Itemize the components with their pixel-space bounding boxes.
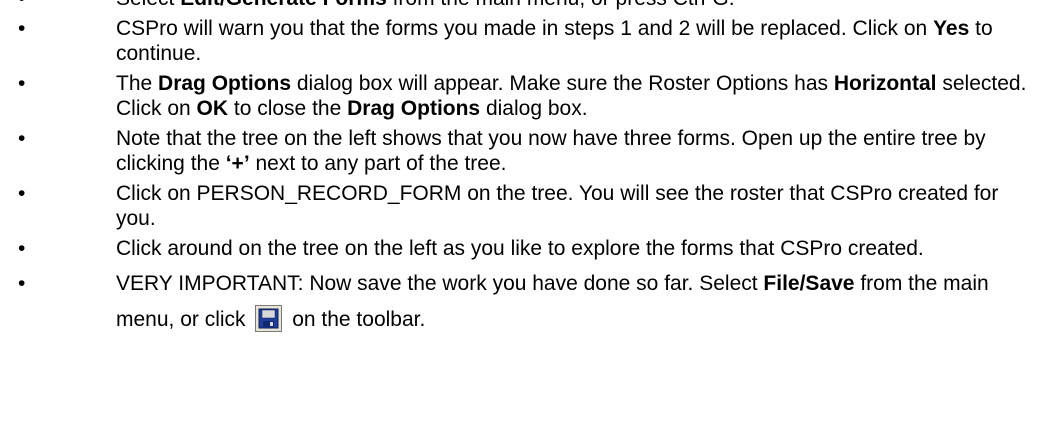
instruction-item: • Select Edit/Generate Forms from the mai… — [0, 0, 1028, 11]
text-run: to close the — [228, 97, 348, 120]
text-run: Click on PERSON_RECORD_FORM on the tree.… — [116, 182, 999, 230]
instruction-item: • VERY IMPORTANT: Now save the work you h… — [0, 266, 1028, 338]
floppy-disk-save-icon[interactable] — [255, 304, 283, 332]
text-run: Click around on the tree on the left as … — [116, 237, 924, 260]
emphasized-term: Horizontal — [833, 72, 937, 95]
document-page: • Select Edit/Generate Forms from the mai… — [0, 0, 1055, 343]
bullet-point: • — [18, 272, 26, 295]
instruction-text: Click around on the tree on the left as … — [116, 237, 924, 260]
instruction-text: Note that the tree on the left shows tha… — [116, 127, 986, 175]
text-run: CSPro will warn you that the forms you m… — [116, 17, 934, 40]
instruction-text: The Drag Options dialog box will appear.… — [116, 72, 1026, 120]
instruction-item: • Click on PERSON_RECORD_FORM on the tree… — [0, 181, 1028, 231]
emphasized-term: Yes — [933, 17, 970, 40]
text-run: from the main menu, or press Ctrl-G. — [387, 0, 735, 10]
emphasized-term: Drag Options — [347, 97, 481, 120]
instruction-item: • The Drag Options dialog box will appear… — [0, 71, 1028, 121]
bullet-point: • — [18, 17, 26, 40]
instruction-item: • CSPro will warn you that the forms you … — [0, 16, 1028, 66]
text-run: dialog box will appear. Make sure the Ro… — [291, 72, 834, 95]
emphasized-term: File/Save — [763, 272, 855, 295]
instruction-list: • Select Edit/Generate Forms from the mai… — [0, 0, 1055, 338]
bullet-point: • — [18, 0, 25, 11]
emphasized-term: OK — [196, 97, 229, 120]
instruction-item: • Click around on the tree on the left as… — [0, 236, 1028, 261]
emphasized-term: Drag Options — [158, 72, 292, 95]
instruction-item: • Note that the tree on the left shows th… — [0, 126, 1028, 176]
text-run: Select — [116, 0, 180, 10]
instruction-text: Click on PERSON_RECORD_FORM on the tree.… — [116, 182, 998, 230]
bullet-point: • — [18, 237, 26, 260]
text-run: The — [116, 72, 159, 95]
bullet-point: • — [18, 127, 26, 150]
bullet-point: • — [18, 72, 26, 95]
instruction-text: CSPro will warn you that the forms you m… — [116, 17, 993, 65]
text-run: VERY IMPORTANT: Now save the work you ha… — [116, 272, 764, 295]
text-run: on the toolbar. — [286, 308, 426, 331]
text-run: dialog box. — [480, 97, 588, 120]
emphasized-term: ‘+’ — [225, 152, 250, 175]
instruction-text: Select Edit/Generate Forms from the main… — [116, 0, 735, 10]
bullet-point: • — [18, 182, 26, 205]
text-run: next to any part of the tree. — [249, 152, 507, 175]
instruction-text: VERY IMPORTANT: Now save the work you ha… — [116, 272, 989, 332]
emphasized-term: Edit/Generate Forms — [180, 0, 387, 10]
